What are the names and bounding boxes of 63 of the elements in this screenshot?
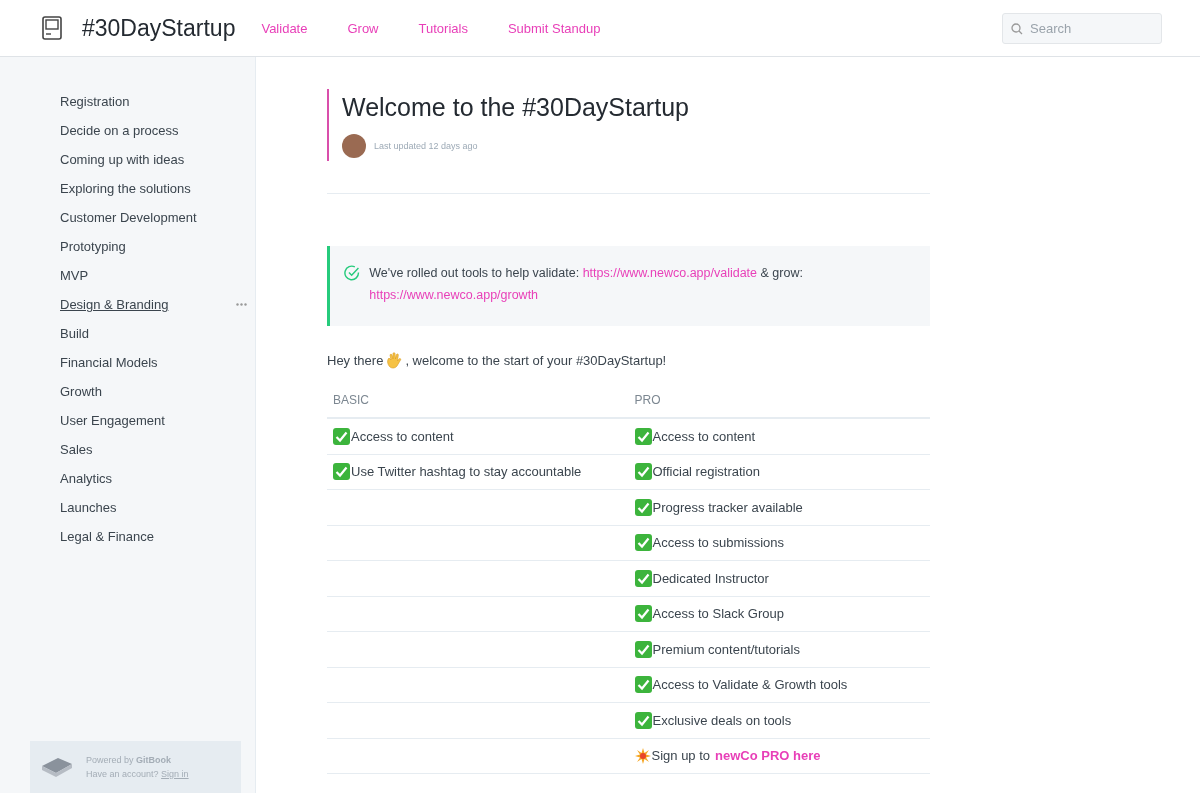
check-mark-icon <box>634 640 652 658</box>
table-cell: Progress tracker available <box>652 499 803 515</box>
table-cell: Access to Validate & Growth tools <box>652 677 848 693</box>
check-mark-icon <box>634 427 652 445</box>
sidebar-item[interactable]: Customer Development <box>60 210 197 225</box>
table-cell: Access to content <box>351 428 454 444</box>
sidebar-item[interactable]: User Engagement <box>60 413 165 428</box>
intro-text: , welcome to the start of your #30DayStartup! <box>405 353 667 368</box>
last-updated-text: Last updated 12 days ago <box>374 141 478 151</box>
sidebar-item[interactable]: Analytics <box>60 471 113 486</box>
sidebar-item[interactable]: Launches <box>60 500 117 515</box>
intro-text: Hey there <box>327 353 384 368</box>
table-cell: Dedicated Instructor <box>652 570 769 586</box>
page-title: Welcome to the #30DayStartup <box>342 92 690 122</box>
table-cell: Access to submissions <box>652 535 784 551</box>
check-mark-icon <box>634 498 652 516</box>
check-mark-icon <box>333 427 350 445</box>
burst-icon <box>634 747 651 764</box>
table-cell: Access to Slack Group <box>652 606 784 622</box>
search-icon <box>1011 22 1023 35</box>
nav-link[interactable]: Grow <box>347 20 379 36</box>
check-mark-icon <box>634 676 652 694</box>
nav-link[interactable]: Tutorials <box>418 20 468 36</box>
sidebar-item[interactable]: Prototyping <box>60 239 126 254</box>
check-mark-icon <box>634 605 652 623</box>
check-mark-icon <box>634 463 652 481</box>
pro-signup-link[interactable]: newCo PRO here <box>715 748 821 764</box>
sidebar-item[interactable]: Legal & Finance <box>60 529 154 544</box>
table-cell: Official registration <box>652 464 760 480</box>
avatar <box>342 134 366 158</box>
sidebar-item[interactable]: MVP <box>60 268 89 283</box>
sidebar-item[interactable]: Decide on a process <box>60 123 179 138</box>
table-cell: Access to content <box>652 428 756 444</box>
nav-link[interactable]: Submit Standup <box>507 20 601 36</box>
check-mark-icon <box>634 569 652 587</box>
powered-by-text: Powered by GitBook <box>86 755 173 765</box>
hint-text: We've rolled out tools to help validate: https://www.newco.app/validate & grow: https://www.newco.app/growth <box>369 265 804 304</box>
table-cell: Sign up to <box>651 748 711 764</box>
column-header: PRO <box>628 393 930 418</box>
nav-link[interactable]: Validate <box>261 20 308 36</box>
account-text: Have an account? <box>86 769 159 779</box>
check-mark-icon <box>634 711 652 729</box>
column-header: BASIC <box>327 393 629 418</box>
table-cell: Premium content/tutorials <box>652 641 800 657</box>
sidebar-item[interactable]: Coming up with ideas <box>60 152 185 167</box>
sidebar-item[interactable]: Design & Branding <box>60 297 169 312</box>
search-field[interactable]: Search <box>1002 12 1162 44</box>
sidebar-item[interactable]: Sales <box>60 442 93 457</box>
sidebar-item[interactable]: Registration <box>60 94 130 109</box>
check-mark-icon <box>333 463 350 481</box>
book-icon <box>40 756 74 778</box>
table-cell: Exclusive deals on tools <box>652 712 792 728</box>
sidebar-item[interactable]: Build <box>60 326 89 341</box>
check-mark-icon <box>634 534 652 552</box>
waving-hand-icon <box>386 352 403 369</box>
sidebar-item[interactable]: Growth <box>60 384 102 399</box>
computer-icon <box>42 16 62 40</box>
check-circle-icon <box>344 264 361 282</box>
site-title[interactable]: #30DayStartup <box>82 14 236 42</box>
sidebar-item[interactable]: Exploring the solutions <box>60 181 191 196</box>
table-cell: Use Twitter hashtag to stay accountable <box>351 464 582 480</box>
sidebar-item[interactable]: Financial Models <box>60 355 158 370</box>
more-icon[interactable] <box>236 303 247 306</box>
